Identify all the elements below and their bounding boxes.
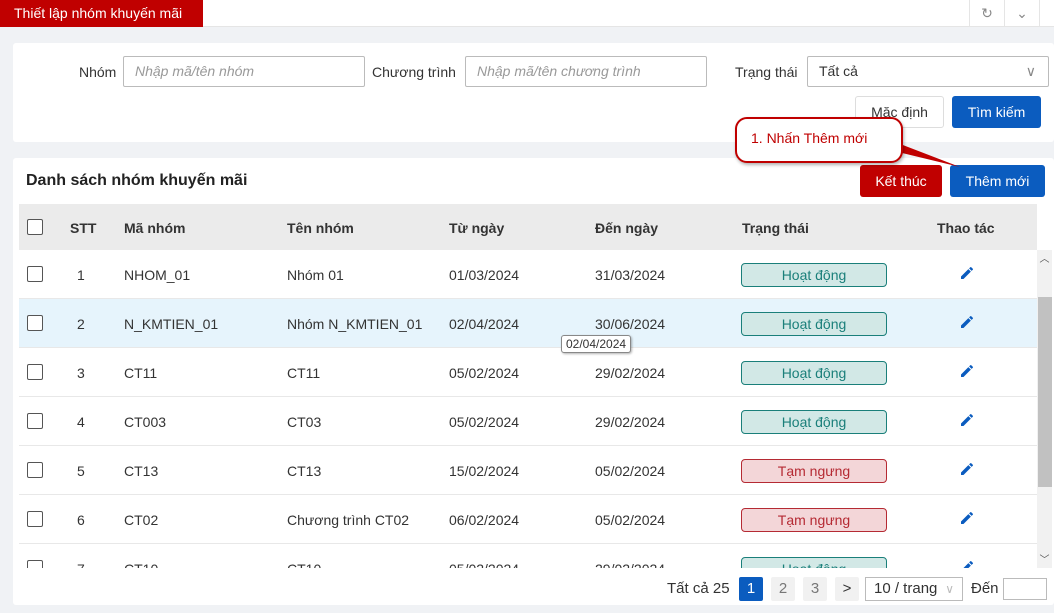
callout-pointer	[895, 142, 960, 167]
callout: 1. Nhấn Thêm mới	[735, 117, 903, 163]
callout-text: 1. Nhấn Thêm mới	[751, 130, 868, 146]
